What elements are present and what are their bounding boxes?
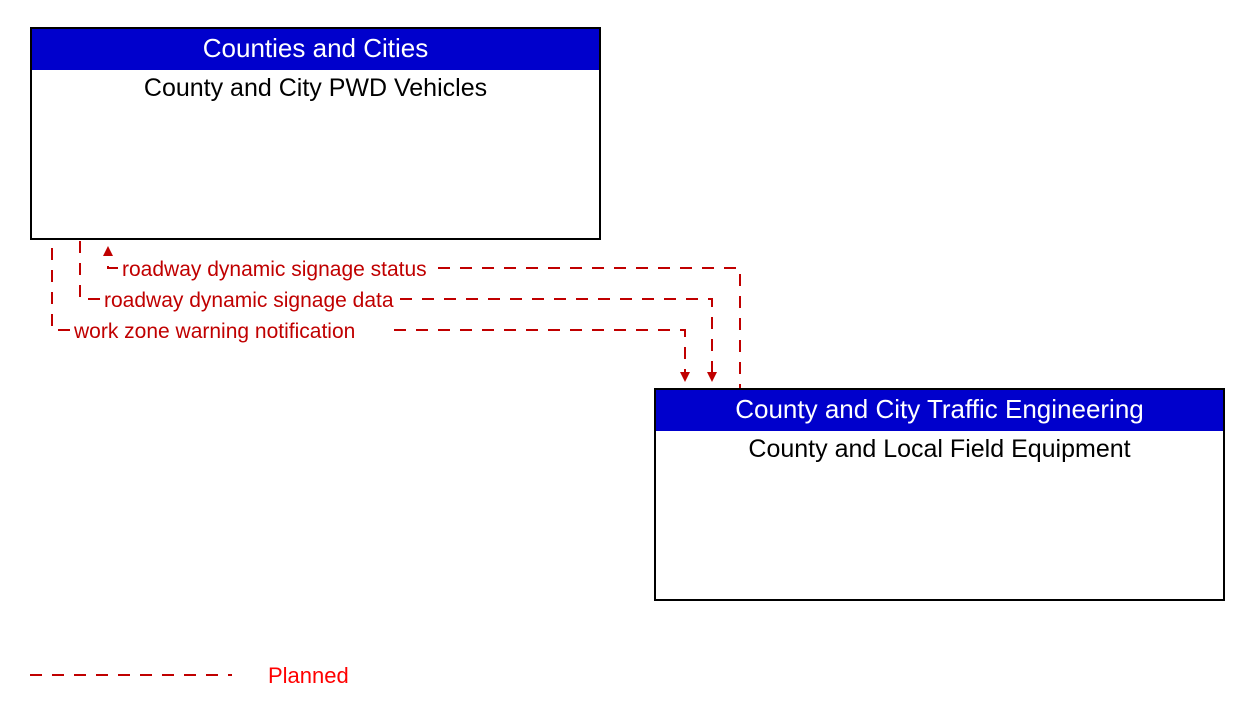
flow-label-signage-status: roadway dynamic signage status bbox=[122, 258, 427, 282]
flow-label-signage-data: roadway dynamic signage data bbox=[104, 289, 394, 313]
legend-planned-label: Planned bbox=[268, 663, 349, 689]
entity-box-bottom: County and City Traffic Engineering Coun… bbox=[654, 388, 1225, 601]
flow-label-workzone-warning: work zone warning notification bbox=[74, 320, 355, 344]
entity-header-bottom: County and City Traffic Engineering bbox=[656, 390, 1223, 431]
entity-body-top: County and City PWD Vehicles bbox=[32, 70, 599, 107]
entity-body-bottom: County and Local Field Equipment bbox=[656, 431, 1223, 468]
entity-box-top: Counties and Cities County and City PWD … bbox=[30, 27, 601, 240]
entity-header-top: Counties and Cities bbox=[32, 29, 599, 70]
